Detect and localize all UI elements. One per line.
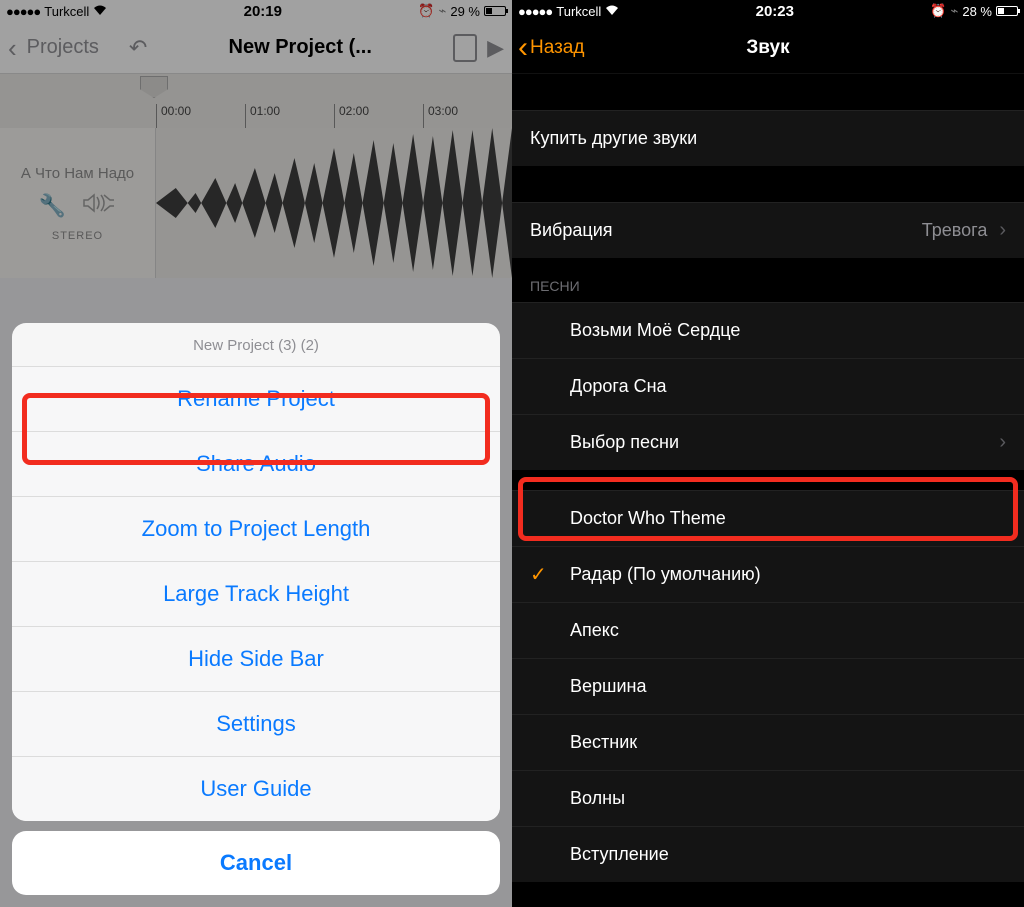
battery-percent: 29 % bbox=[450, 4, 480, 19]
stereo-label: STEREO bbox=[52, 230, 103, 242]
cell-label: Купить другие звуки bbox=[530, 128, 697, 149]
track-row: А Что Нам Надо 🔧 STEREO bbox=[0, 128, 512, 278]
clock-label: 20:19 bbox=[244, 3, 282, 20]
nav-title: Звук bbox=[746, 37, 789, 59]
bluetooth-icon: ⌁ bbox=[951, 3, 959, 19]
battery-icon bbox=[484, 6, 506, 16]
timeline-tick: 03:00 bbox=[423, 104, 512, 128]
divider bbox=[512, 470, 1024, 490]
playhead-icon[interactable] bbox=[140, 76, 168, 98]
cell-label: Вибрация bbox=[530, 220, 613, 241]
song-label: Выбор песни bbox=[570, 432, 679, 453]
right-screenshot: ●●●●● Turkcell 20:23 ⏰ ⌁ 28 % ‹ Назад Зв… bbox=[512, 0, 1024, 907]
cell-buy-sounds[interactable]: Купить другие звуки bbox=[512, 110, 1024, 166]
status-bar: ●●●●● Turkcell 20:23 ⏰ ⌁ 28 % bbox=[512, 0, 1024, 22]
song-label: Возьми Моё Сердце bbox=[570, 320, 740, 341]
wifi-icon bbox=[93, 4, 107, 19]
cell-value: Тревога bbox=[922, 220, 994, 241]
section-header-songs: ПЕСНИ bbox=[512, 258, 1024, 302]
cell-song-picker[interactable]: Выбор песни › bbox=[512, 414, 1024, 470]
battery-percent: 28 % bbox=[962, 4, 992, 19]
chevron-right-icon: › bbox=[999, 431, 1006, 454]
alarm-icon: ⏰ bbox=[930, 3, 946, 19]
action-sheet-title: New Project (3) (2) bbox=[12, 323, 500, 367]
song-label: Радар (По умолчанию) bbox=[570, 564, 761, 585]
timeline-tick: 02:00 bbox=[334, 104, 423, 128]
speaker-icon[interactable] bbox=[82, 192, 116, 220]
cell-vibration[interactable]: Вибрация Тревога › bbox=[512, 202, 1024, 258]
menu-share-audio[interactable]: Share Audio bbox=[12, 432, 500, 497]
back-button[interactable]: Projects bbox=[27, 36, 99, 59]
list-item[interactable]: Дорога Сна bbox=[512, 358, 1024, 414]
wifi-icon bbox=[605, 4, 619, 19]
song-label: Волны bbox=[570, 788, 625, 809]
timeline-tick: 00:00 bbox=[156, 104, 245, 128]
back-chevron-icon[interactable]: ‹ bbox=[8, 35, 17, 61]
song-label: Doctor Who Theme bbox=[570, 508, 726, 529]
action-sheet: New Project (3) (2) Rename Project Share… bbox=[12, 323, 500, 895]
carrier-label: Turkcell bbox=[44, 4, 89, 19]
song-label: Дорога Сна bbox=[570, 376, 667, 397]
document-settings-icon[interactable] bbox=[453, 34, 477, 62]
checkmark-icon: ✓ bbox=[530, 562, 547, 587]
menu-rename-project[interactable]: Rename Project bbox=[12, 367, 500, 432]
nav-bar: ‹ Projects ↶ New Project (... ▶ bbox=[0, 22, 512, 74]
list-item[interactable]: Doctor Who Theme bbox=[512, 490, 1024, 546]
menu-zoom-to-length[interactable]: Zoom to Project Length bbox=[12, 497, 500, 562]
signal-dots-icon: ●●●●● bbox=[518, 4, 552, 19]
list-item[interactable]: Вестник bbox=[512, 714, 1024, 770]
clock-label: 20:23 bbox=[756, 3, 794, 20]
nav-bar: ‹ Назад Звук bbox=[512, 22, 1024, 74]
back-label: Назад bbox=[530, 37, 584, 59]
undo-icon[interactable]: ↶ bbox=[129, 35, 147, 61]
cancel-button[interactable]: Cancel bbox=[12, 831, 500, 895]
track-name-label: А Что Нам Надо bbox=[21, 165, 134, 182]
play-icon[interactable]: ▶ bbox=[487, 35, 504, 61]
list-item[interactable]: Вступление bbox=[512, 826, 1024, 882]
list-item[interactable]: Волны bbox=[512, 770, 1024, 826]
status-bar: ●●●●● Turkcell 20:19 ⏰ ⌁ 29 % bbox=[0, 0, 512, 22]
signal-dots-icon: ●●●●● bbox=[6, 4, 40, 19]
menu-settings[interactable]: Settings bbox=[12, 692, 500, 757]
carrier-label: Turkcell bbox=[556, 4, 601, 19]
song-label: Вестник bbox=[570, 732, 637, 753]
waveform-view[interactable] bbox=[156, 128, 512, 278]
timeline-ruler[interactable]: 00:00 01:00 02:00 03:00 bbox=[0, 74, 512, 128]
nav-title: New Project (... bbox=[229, 36, 372, 59]
list-item[interactable]: Апекс bbox=[512, 602, 1024, 658]
back-chevron-icon: ‹ bbox=[518, 33, 528, 63]
song-label: Апекс bbox=[570, 620, 619, 641]
track-sidebar: А Что Нам Надо 🔧 STEREO bbox=[0, 128, 156, 278]
menu-hide-side-bar[interactable]: Hide Side Bar bbox=[12, 627, 500, 692]
song-label: Вершина bbox=[570, 676, 646, 697]
bluetooth-icon: ⌁ bbox=[439, 3, 447, 19]
battery-icon bbox=[996, 6, 1018, 16]
list-item[interactable]: ✓ Радар (По умолчанию) bbox=[512, 546, 1024, 602]
wrench-icon[interactable]: 🔧 bbox=[39, 193, 66, 219]
song-label: Вступление bbox=[570, 844, 669, 865]
menu-large-track-height[interactable]: Large Track Height bbox=[12, 562, 500, 627]
chevron-right-icon: › bbox=[999, 219, 1006, 242]
list-item[interactable]: Возьми Моё Сердце bbox=[512, 302, 1024, 358]
left-screenshot: ●●●●● Turkcell 20:19 ⏰ ⌁ 29 % ‹ Projects… bbox=[0, 0, 512, 907]
list-item[interactable]: Вершина bbox=[512, 658, 1024, 714]
back-button[interactable]: ‹ Назад bbox=[518, 22, 584, 73]
timeline-tick: 01:00 bbox=[245, 104, 334, 128]
menu-user-guide[interactable]: User Guide bbox=[12, 757, 500, 821]
alarm-icon: ⏰ bbox=[418, 3, 434, 19]
